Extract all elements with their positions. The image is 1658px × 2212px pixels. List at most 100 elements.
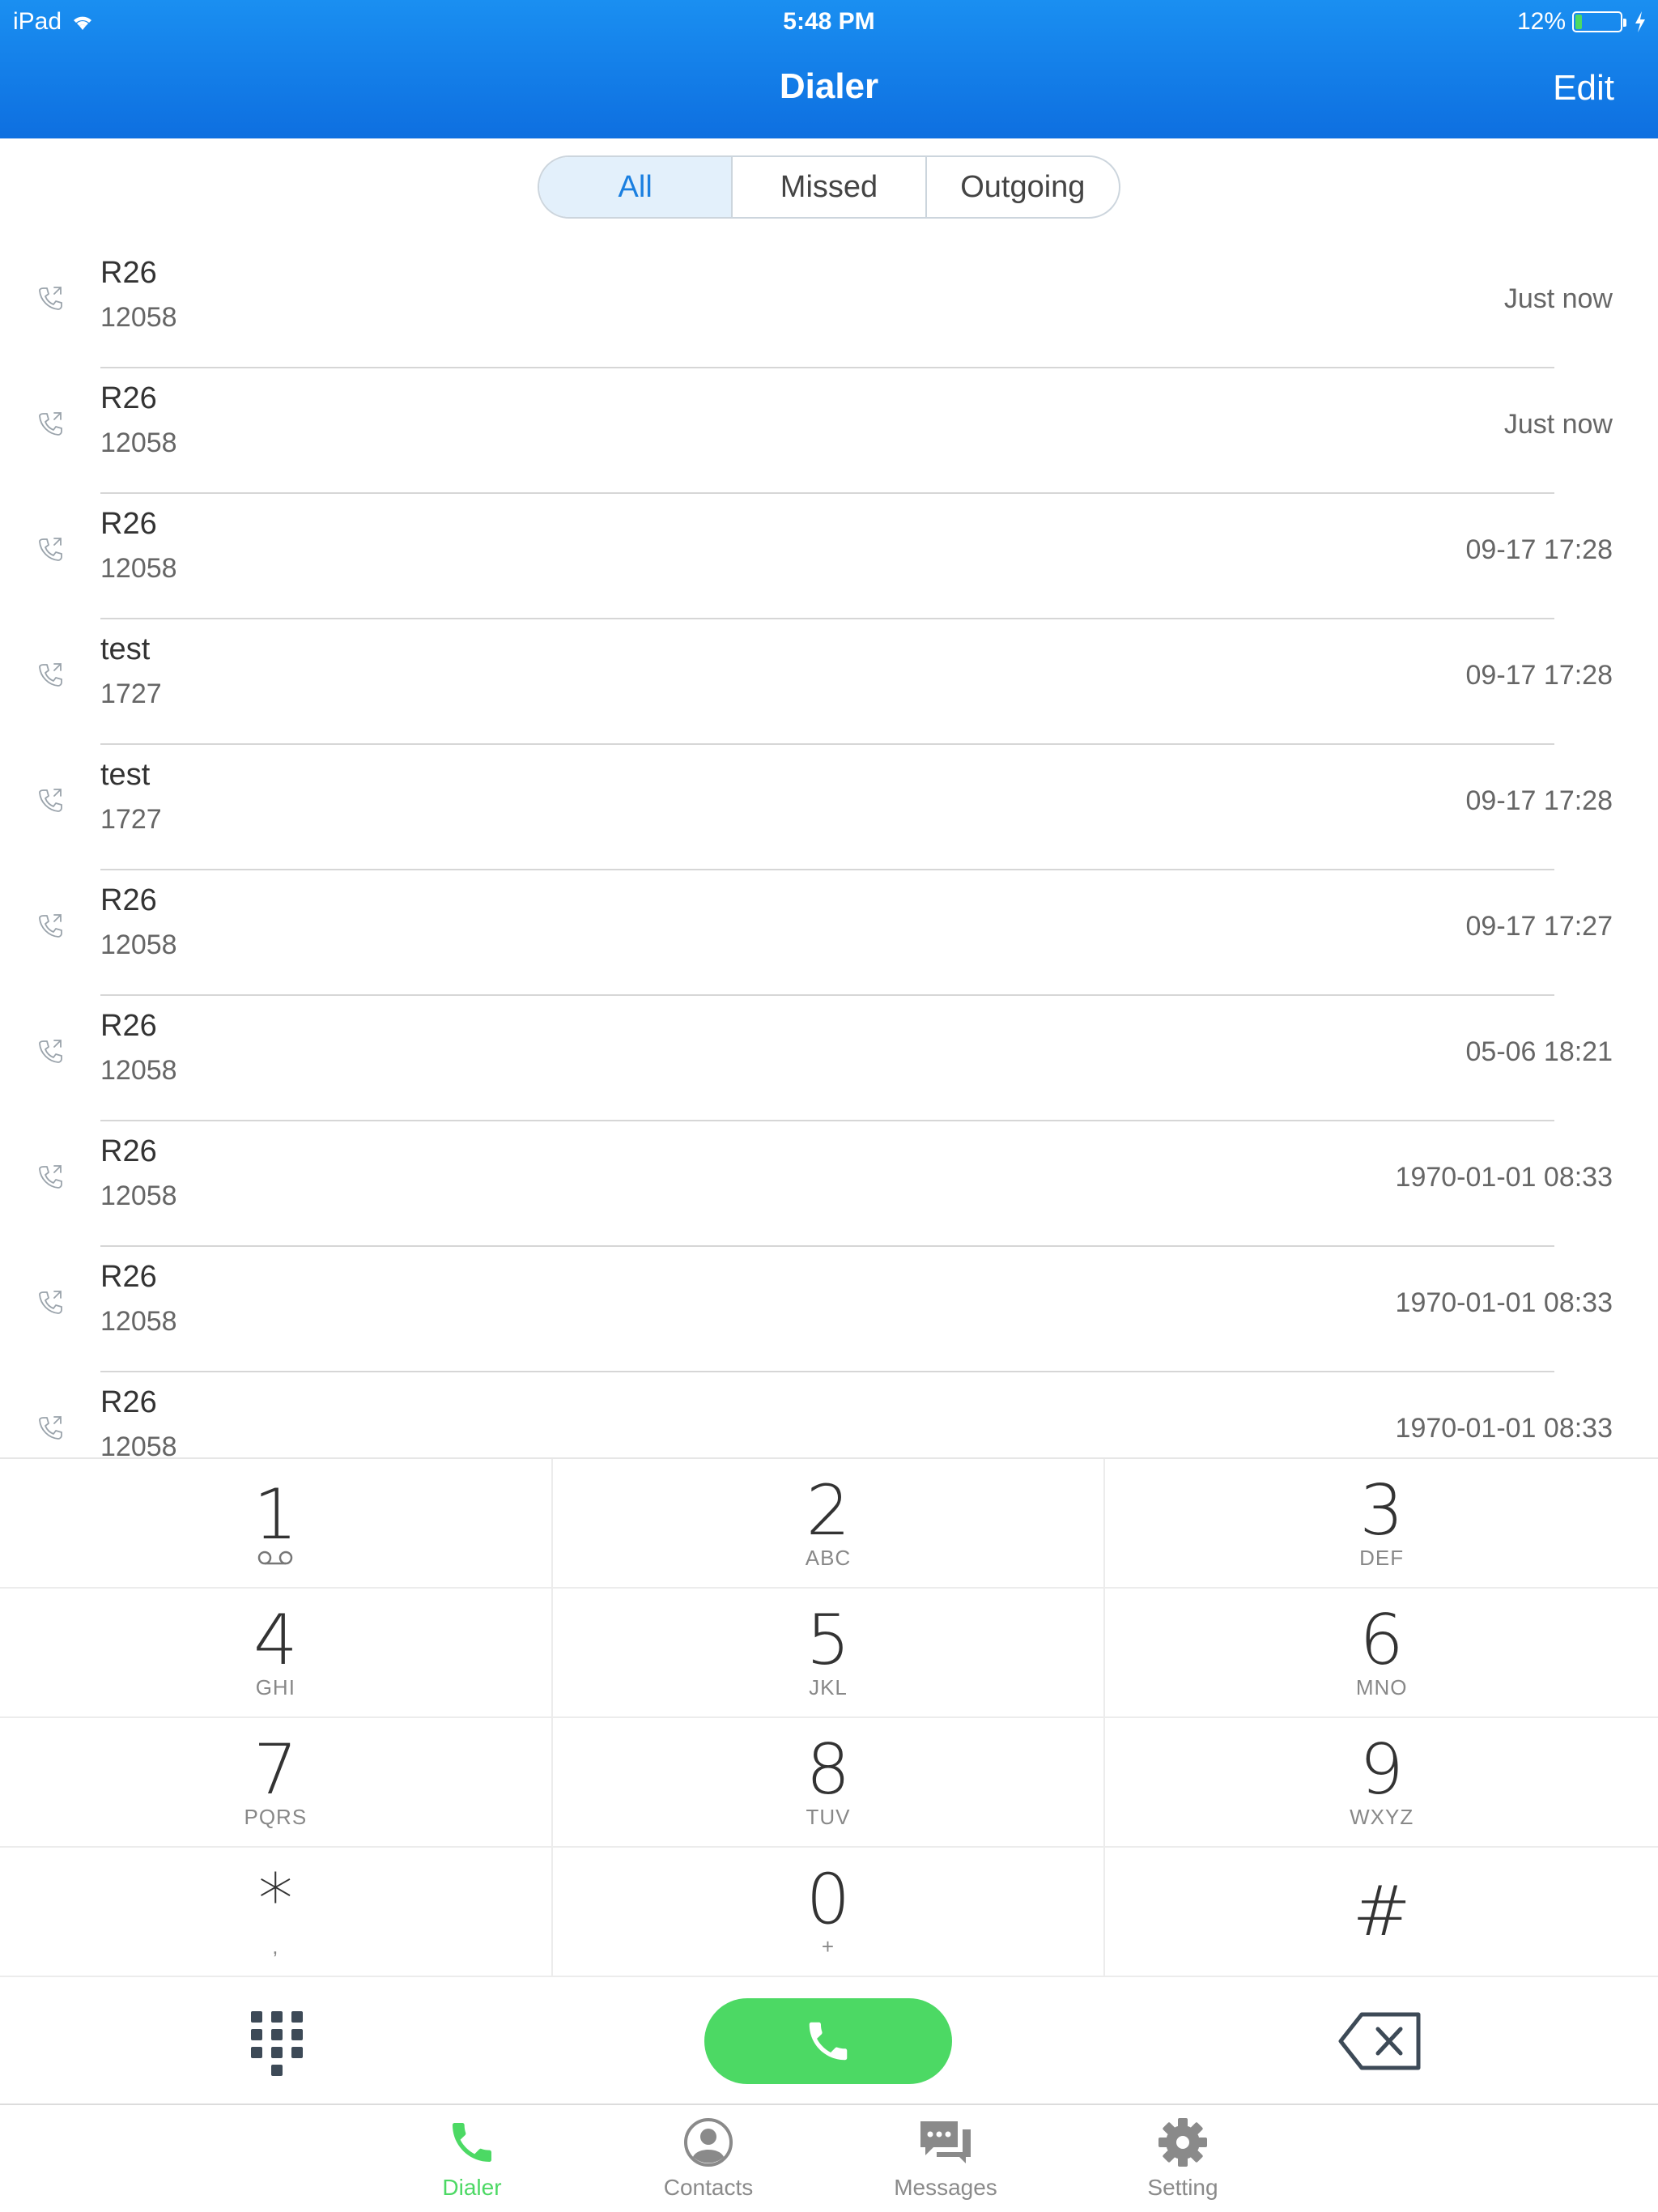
caller-name: R26 — [100, 1009, 157, 1043]
outgoing-call-icon — [34, 533, 66, 565]
caller-number: 12058 — [100, 553, 177, 584]
call-time: 09-17 17:28 — [1465, 534, 1613, 565]
key-digit: 8 — [806, 1729, 851, 1810]
battery-icon — [1572, 11, 1626, 32]
caller-name: test — [100, 758, 151, 792]
caller-number: 12058 — [100, 929, 177, 960]
key-5[interactable]: 5 JKL — [552, 1589, 1106, 1718]
key-1[interactable]: 1 — [0, 1459, 553, 1589]
call-row[interactable]: R26 12058 05-06 18:21 — [0, 996, 1658, 1121]
caller-name: R26 — [100, 1260, 157, 1294]
call-time: 1970-01-01 08:33 — [1395, 1287, 1613, 1318]
outgoing-call-icon — [34, 1160, 66, 1193]
phone-icon — [809, 2022, 848, 2061]
outgoing-call-icon — [34, 1035, 66, 1067]
caller-number: 12058 — [100, 428, 177, 458]
key-letters: TUV — [806, 1805, 851, 1829]
edit-button[interactable]: Edit — [1553, 68, 1614, 108]
segment-all[interactable]: All — [539, 157, 733, 217]
person-icon — [684, 2118, 733, 2167]
caller-number: 12058 — [100, 1306, 177, 1337]
key-letters: WXYZ — [1350, 1805, 1414, 1829]
call-row[interactable]: R26 12058 09-17 17:27 — [0, 870, 1658, 996]
gear-icon — [1158, 2118, 1207, 2167]
key-letters: DEF — [1359, 1546, 1405, 1570]
call-button[interactable] — [704, 1998, 952, 2084]
call-row[interactable]: R26 12058 1970-01-01 08:33 — [0, 1372, 1658, 1457]
call-time: 1970-01-01 08:33 — [1395, 1413, 1613, 1444]
outgoing-call-icon — [34, 1411, 66, 1444]
dialer-action-bar — [0, 1976, 1658, 2105]
tab-messages[interactable]: Messages — [881, 2116, 1010, 2201]
segment-outgoing[interactable]: Outgoing — [927, 157, 1119, 217]
caller-name: R26 — [100, 1385, 157, 1419]
key-6[interactable]: 6 MNO — [1105, 1589, 1658, 1718]
page-title: Dialer — [779, 66, 879, 106]
caller-name: test — [100, 632, 151, 666]
dial-keypad: 1 2 ABC 3 DEF 4 GHI 5 JKL 6 MNO 7 PQRS 8 TUV 9 WXYZ *, 0 + # — [0, 1457, 1658, 1977]
tab-label: Contacts — [663, 2175, 754, 2200]
key-digit: 0 — [806, 1859, 851, 1940]
key-letters: PQRS — [244, 1805, 308, 1829]
caller-name: R26 — [100, 1134, 157, 1168]
call-time: Just now — [1503, 283, 1613, 314]
caller-number: 1727 — [100, 804, 162, 835]
outgoing-call-icon — [34, 407, 66, 440]
key-star[interactable]: *, — [0, 1848, 553, 1977]
tab-setting[interactable]: Setting — [1118, 2116, 1248, 2201]
key-digit: 7 — [253, 1729, 298, 1810]
battery-percent: 12% — [1516, 8, 1566, 35]
key-letters: , — [272, 1934, 279, 1959]
call-history-list: R26 12058 Just now R26 12058 Just now R26 12058… — [0, 243, 1658, 1457]
key-letters: GHI — [255, 1675, 295, 1699]
caller-number: 1727 — [100, 678, 162, 709]
caller-number: 12058 — [100, 1180, 177, 1211]
outgoing-call-icon — [34, 909, 66, 942]
backspace-icon[interactable] — [1337, 2011, 1423, 2071]
key-9[interactable]: 9 WXYZ — [1105, 1718, 1658, 1848]
segment-missed[interactable]: Missed — [733, 157, 927, 217]
status-bar: iPad 5:48 PM 12% — [0, 0, 1658, 45]
call-time: 05-06 18:21 — [1465, 1036, 1613, 1067]
call-time: 09-17 17:28 — [1465, 785, 1613, 816]
tab-label: Dialer — [442, 2175, 502, 2200]
tab-contacts[interactable]: Contacts — [644, 2116, 773, 2201]
call-row[interactable]: test 1727 09-17 17:28 — [0, 745, 1658, 870]
key-digit: 9 — [1359, 1729, 1405, 1810]
caller-number: 12058 — [100, 1431, 177, 1457]
key-7[interactable]: 7 PQRS — [0, 1718, 553, 1848]
call-row[interactable]: R26 12058 09-17 17:28 — [0, 494, 1658, 619]
header: iPad 5:48 PM 12% Dialer Edit — [0, 0, 1658, 138]
key-digit: * — [257, 1859, 293, 1940]
tab-label: Messages — [894, 2175, 997, 2200]
phone-icon — [453, 2123, 491, 2162]
key-0[interactable]: 0 + — [552, 1848, 1106, 1977]
key-8[interactable]: 8 TUV — [552, 1718, 1106, 1848]
caller-number: 12058 — [100, 1055, 177, 1086]
key-hash[interactable]: # — [1105, 1848, 1658, 1977]
charging-icon — [1635, 11, 1645, 32]
key-3[interactable]: 3 DEF — [1105, 1459, 1658, 1589]
key-letters: MNO — [1355, 1675, 1408, 1699]
key-2[interactable]: 2 ABC — [552, 1459, 1106, 1589]
outgoing-call-icon — [34, 784, 66, 816]
tab-dialer[interactable]: Dialer — [407, 2116, 537, 2201]
call-time: 09-17 17:27 — [1465, 911, 1613, 942]
key-4[interactable]: 4 GHI — [0, 1589, 553, 1718]
chat-icon — [920, 2121, 971, 2163]
key-digit: 6 — [1359, 1600, 1405, 1681]
key-digit: 3 — [1359, 1470, 1405, 1551]
outgoing-call-icon — [34, 658, 66, 691]
call-row[interactable]: R26 12058 Just now — [0, 243, 1658, 368]
call-time: 1970-01-01 08:33 — [1395, 1162, 1613, 1193]
key-letters: + — [821, 1934, 835, 1959]
call-row[interactable]: R26 12058 1970-01-01 08:33 — [0, 1247, 1658, 1372]
call-row[interactable]: R26 12058 1970-01-01 08:33 — [0, 1121, 1658, 1247]
caller-name: R26 — [100, 256, 157, 290]
tab-label: Setting — [1147, 2175, 1218, 2200]
call-row[interactable]: test 1727 09-17 17:28 — [0, 619, 1658, 745]
caller-name: R26 — [100, 381, 157, 415]
voicemail-icon — [258, 1551, 293, 1565]
keypad-toggle-icon[interactable] — [243, 2008, 311, 2076]
call-row[interactable]: R26 12058 Just now — [0, 368, 1658, 494]
